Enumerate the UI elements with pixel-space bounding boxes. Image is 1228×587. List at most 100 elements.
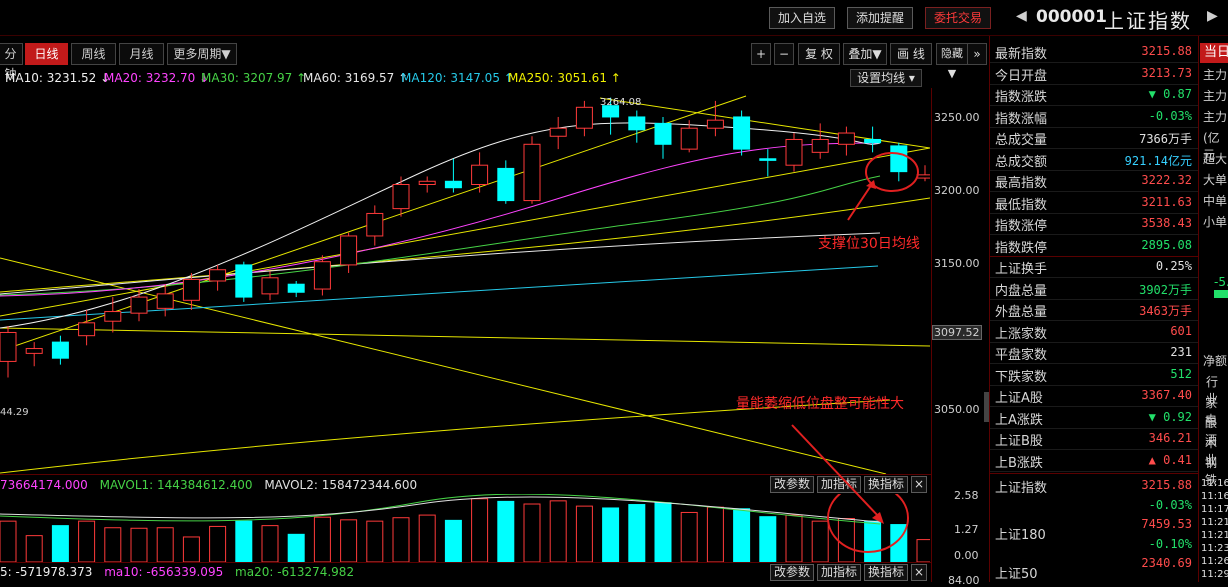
index-separator [990,473,1198,474]
volume-bar [261,525,279,562]
macd-ma10: ma10: -656339.095 [104,565,224,579]
volume-arrow [791,424,884,524]
macd-ma20: ma20: -613274.982 [235,565,355,579]
support-arrow [847,183,873,221]
volume-bar [51,525,69,562]
quote-row-6-value: 3222.32 [1141,173,1192,187]
tab-more-periods[interactable]: 更多周期▼ [167,43,237,65]
macd-switch-indicator-button[interactable]: 换指标 [864,564,908,581]
candle-body [759,158,777,161]
tick-time: 11:16 [1201,478,1228,489]
index-name[interactable]: 上证指数 [995,477,1047,496]
candle-body [680,127,698,150]
volume-bar [654,502,672,562]
quote-row-9: 指数跌停 2895.08 [990,235,1198,257]
stat-row-4-label: 平盘家数 [995,348,1048,363]
candle-body [628,116,646,131]
next-stock-icon[interactable]: ▶ [1207,8,1218,24]
candle-body [130,296,148,314]
tab-weekly[interactable]: 周线 [71,43,116,65]
volume-tick-high: 2.58 [954,489,979,502]
volume-bar [366,520,384,562]
overlay-button[interactable]: 叠加▼ [843,43,887,65]
candle-body [549,127,567,137]
stat-row-7-value: ▼ 0.92 [1148,409,1192,424]
ma-settings-button[interactable]: 设置均线 ▾ [850,69,922,87]
candle-body [25,348,43,354]
quote-row-8-label: 指数涨停 [995,219,1048,234]
prev-stock-icon[interactable]: ◀ [1016,8,1027,24]
tab-daily[interactable]: 日线 [25,43,68,65]
expand-icon[interactable]: » [967,43,987,65]
net-amount-title: 净额 [1203,354,1228,368]
macd-params-button[interactable]: 改参数 [770,564,814,581]
support-arrowhead [866,180,876,189]
candle-body [51,341,69,359]
volume-close-button[interactable]: × [911,476,927,493]
stat-row-9: 上B涨跌 ▲ 0.41 [990,450,1198,472]
index-change: -0.10% [1148,537,1192,551]
candle-body [444,180,462,189]
stat-row-2-label: 外盘总量 [995,305,1048,320]
zoom-out-button[interactable]: − [774,43,794,65]
candle-body [733,116,751,150]
adjust-button[interactable]: 复 权 [798,43,840,65]
price-tick-3250: 3250.00 [934,111,980,124]
mavol1-label: MAVOL1: 144384612.400 [99,478,253,492]
zoom-in-button[interactable]: + [751,43,771,65]
quote-row-3-label: 指数涨幅 [995,111,1048,127]
volume-bar [235,520,253,562]
sidebar-tab-today[interactable]: 当日 [1200,43,1228,63]
quote-row-7: 最低指数 3211.63 [990,192,1198,214]
hide-button[interactable]: 隐藏▼ [936,43,968,80]
volume-bar [418,514,436,562]
stat-row-6-label: 上证A股 [995,391,1043,406]
candles [0,97,930,378]
tick-time: 11:17 [1201,504,1228,515]
index-name[interactable]: 上证50 [995,563,1038,582]
volume-bar [523,503,541,562]
stat-row-0: 上证换手 0.25% [990,256,1198,278]
stat-row-6-value: 3367.40 [1141,388,1192,402]
volume-bar [628,504,646,562]
tab-minute[interactable]: 分钟 [0,43,23,81]
candle-body [235,264,253,298]
add-alert-button[interactable]: 添加提醒 [847,7,913,29]
macd-divider [0,562,931,563]
volume-bar [313,516,331,562]
quote-row-6: 最高指数 3222.32 [990,170,1198,192]
macd-close-button[interactable]: × [911,564,927,581]
quote-row-4-label: 总成交量 [995,133,1048,148]
stock-code: 000001 [1036,7,1107,27]
quote-row-6-label: 最高指数 [995,176,1048,191]
index-name[interactable]: 上证180 [995,524,1046,543]
capital-flow-label: 主力 [1203,110,1228,124]
candlestick-chart[interactable]: 3264.08 44.29 支撑位30日均线 量能萎缩低位盘整可能性大 [0,88,930,474]
quote-row-0: 最新指数 3215.88 [990,41,1198,63]
ma10-label: MA10: 3231.52 ↓ [5,71,111,85]
macd-add-indicator-button[interactable]: 加指标 [817,564,861,581]
capital-flow-label: 超大 [1203,152,1228,166]
volume-bar [287,533,305,562]
low-price-label: 44.29 [0,407,29,418]
tick-time: 11:21 [1201,530,1228,541]
stat-row-9-label: 上B涨跌 [995,455,1043,471]
delegate-trade-button[interactable]: 委托交易 [925,7,991,29]
tab-monthly[interactable]: 月线 [119,43,164,65]
quote-row-5-label: 总成交额 [995,154,1048,170]
capital-flow-label: 小单 [1203,215,1228,229]
capital-flow-label: 大单 [1203,173,1228,187]
candle-body [0,331,17,362]
candle-body [182,278,200,301]
stat-row-9-value: ▲ 0.41 [1148,452,1192,467]
add-watchlist-button[interactable]: 加入自选 [769,7,835,29]
candle-body [785,138,803,166]
tick-time: 11:26 [1201,556,1228,567]
stat-row-5-label: 下跌家数 [995,369,1048,385]
quote-row-8: 指数涨停 3538.43 [990,213,1198,235]
candle-body [78,322,96,337]
draw-line-button[interactable]: 画 线 [890,43,932,65]
quote-row-1-label: 今日开盘 [995,68,1048,84]
stat-row-1: 内盘总量 3902万手 [990,278,1198,300]
quote-row-4-value: 7366万手 [1139,132,1192,146]
